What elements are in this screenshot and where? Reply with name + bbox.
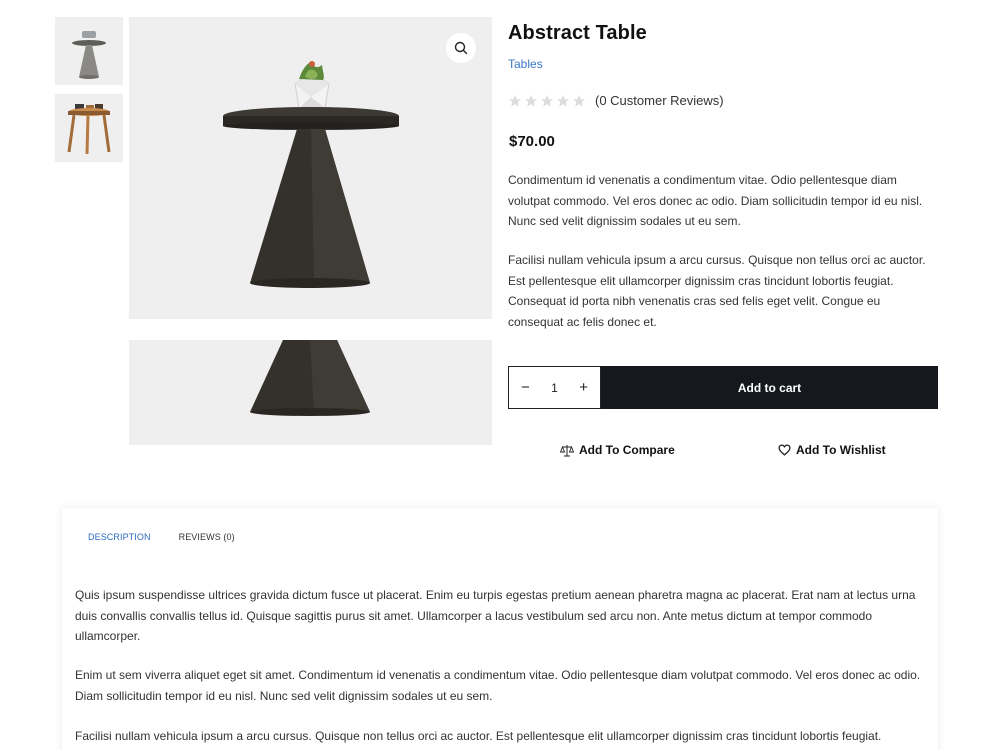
product-title: Abstract Table — [508, 22, 647, 44]
product-category-link[interactable]: Tables — [508, 57, 543, 71]
add-to-compare-button[interactable]: Add To Compare — [560, 443, 675, 457]
black-table-thumbnail-image — [72, 31, 106, 79]
wood-table-thumbnail-image — [67, 104, 111, 155]
add-to-wishlist-button[interactable]: Add To Wishlist — [778, 443, 886, 457]
product-tabs: DESCRIPTION REVIEWS (0) — [88, 532, 235, 542]
heart-icon — [778, 444, 791, 456]
main-product-image[interactable] — [129, 17, 492, 319]
search-icon — [454, 41, 468, 55]
tab-description[interactable]: DESCRIPTION — [88, 532, 151, 542]
zoom-button[interactable] — [446, 33, 476, 63]
quantity-decrease-button[interactable]: − — [521, 380, 530, 395]
quantity-value[interactable]: 1 — [551, 381, 558, 395]
add-to-wishlist-label: Add To Wishlist — [796, 443, 886, 457]
scale-icon — [560, 444, 574, 456]
secondary-product-image[interactable] — [129, 340, 492, 445]
star-icon — [541, 94, 553, 107]
short-description-paragraph: Condimentum id venenatis a condimentum v… — [508, 173, 923, 228]
short-description-paragraph: Facilisi nullam vehicula ipsum a arcu cu… — [508, 253, 926, 329]
add-to-compare-label: Add To Compare — [579, 443, 675, 457]
quantity-stepper[interactable]: − 1 + — [508, 366, 601, 409]
thumbnail-wood-table[interactable] — [55, 94, 123, 162]
description-paragraph: Enim ut sem viverra aliquet eget sit ame… — [75, 668, 921, 703]
product-rating[interactable]: (0 Customer Reviews) — [508, 93, 724, 108]
quantity-increase-button[interactable]: + — [579, 380, 588, 395]
thumbnail-black-table[interactable] — [55, 17, 123, 85]
star-icon — [525, 94, 537, 107]
star-icon — [573, 94, 585, 107]
product-tabs-panel: DESCRIPTION REVIEWS (0) Quis ipsum suspe… — [62, 508, 938, 750]
add-to-cart-button[interactable]: Add to cart — [601, 366, 938, 409]
star-icon — [557, 94, 569, 107]
abstract-table-image — [223, 61, 399, 288]
description-paragraph: Quis ipsum suspendisse ultrices gravida … — [75, 588, 916, 643]
product-price: $70.00 — [509, 133, 555, 150]
tab-reviews[interactable]: REVIEWS (0) — [179, 532, 235, 542]
star-icon — [509, 94, 521, 107]
table-base-image — [250, 340, 370, 416]
review-count-link[interactable]: (0 Customer Reviews) — [595, 93, 724, 108]
description-paragraph: Facilisi nullam vehicula ipsum a arcu cu… — [75, 729, 882, 743]
rating-stars — [508, 94, 586, 108]
